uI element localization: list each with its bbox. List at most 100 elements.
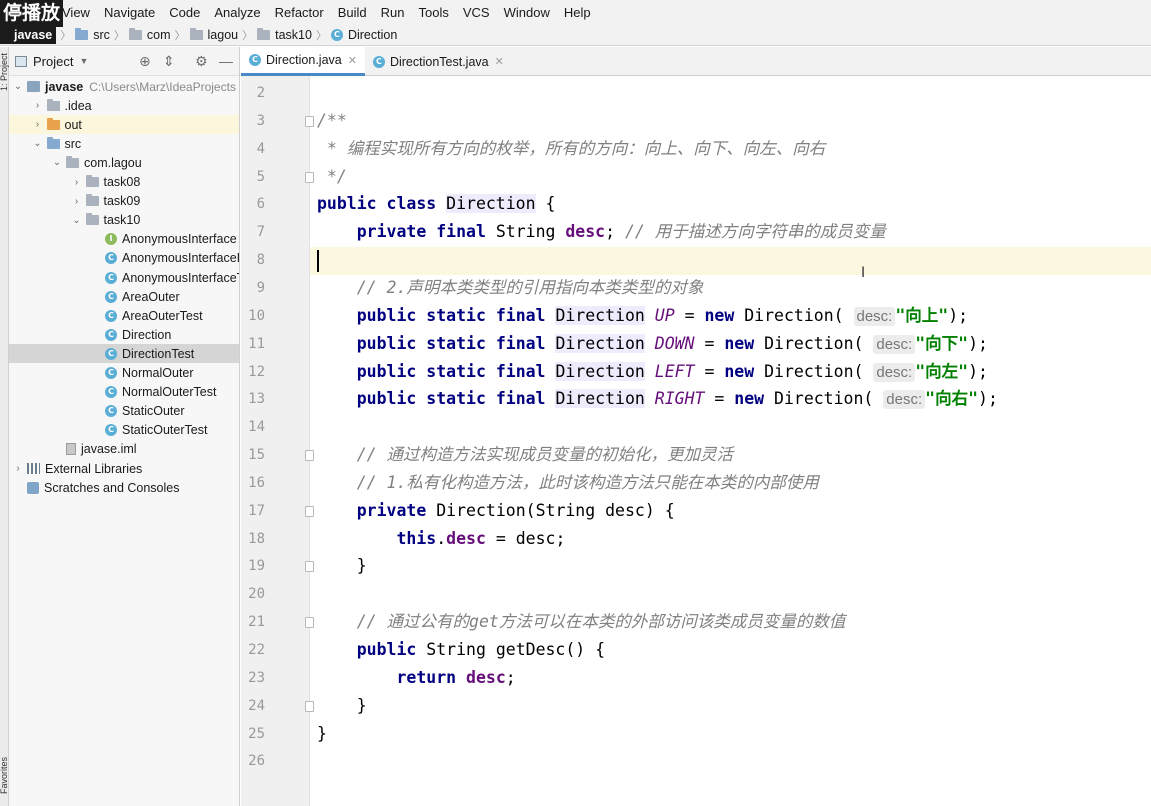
project-view-selector[interactable]: Project [33,54,73,69]
menu-window[interactable]: Window [497,0,557,25]
code-text: { [535,194,556,214]
expanded-arrow-icon[interactable]: ⌄ [33,138,43,149]
type-reference: Direction [555,389,645,409]
tree-item-normalouter[interactable]: C NormalOuter [9,364,239,383]
collapsed-arrow-icon[interactable]: › [33,119,43,130]
breadcrumb-item-javase[interactable]: javase [0,26,57,44]
menu-items: View Navigate Code Analyze Refactor Build Run T… [55,0,598,25]
module-file-icon [66,443,76,456]
tree-item-anonymousinterface[interactable]: I AnonymousInterface [9,230,239,249]
tree-item-direction[interactable]: C Direction [9,325,239,344]
fold-marker-icon[interactable] [305,115,314,127]
menu-tools[interactable]: Tools [412,0,456,25]
fold-marker-icon[interactable] [305,561,314,573]
favorites-tool-tab[interactable]: Favorites [0,757,9,794]
close-icon[interactable]: ✕ [495,55,504,68]
menu-build[interactable]: Build [331,0,374,25]
code-editor[interactable]: 2 3 4 5 6 7 8 9 10 11 12 13 14 15 16 17 18 19 20 21 22 23 24 25… [241,76,1151,806]
menu-navigate[interactable]: Navigate [97,0,162,25]
chevron-down-icon[interactable]: ▼ [79,56,88,66]
tree-item-external-libraries[interactable]: › External Libraries [9,459,239,478]
fold-marker-icon[interactable] [305,450,314,462]
breadcrumb-item-com[interactable]: 〉 com [110,27,171,43]
menu-help[interactable]: Help [557,0,598,25]
collapsed-arrow-icon[interactable]: › [72,196,82,207]
keyword: private final [356,222,496,242]
collapsed-arrow-icon[interactable]: › [13,463,23,474]
code-line: public String getDesc() { [317,636,605,664]
tree-item-areaouter[interactable]: C AreaOuter [9,287,239,306]
menu-refactor[interactable]: Refactor [268,0,331,25]
line-number: 19 [248,558,265,575]
tree-item-javase[interactable]: ⌄ javase C:\Users\Marz\IdeaProjects [9,77,239,96]
tree-item-task08[interactable]: › task08 [9,173,239,192]
tree-item-scratches-and-consoles[interactable]: Scratches and Consoles [9,478,239,497]
tree-item-staticoutertest[interactable]: C StaticOuterTest [9,421,239,440]
code-line: */ [317,163,347,191]
tree-item-src[interactable]: ⌄ src [9,134,239,153]
folder-icon [189,28,203,40]
hide-icon[interactable]: — [219,53,233,69]
expanded-arrow-icon[interactable]: ⌄ [13,81,23,92]
line-number: 25 [248,725,265,742]
code-line: // 1.私有化构造方法，此时该构造方法只能在本类的内部使用 [317,469,819,497]
tab-directiontest-java[interactable]: C DirectionTest.java ✕ [365,47,512,76]
folder-icon [128,28,142,40]
expanded-arrow-icon[interactable]: ⌄ [72,215,82,226]
breadcrumb-separator: 〉 [174,30,186,42]
line-number-gutter: 2 3 4 5 6 7 8 9 10 11 12 13 14 15 16 17 18 19 20 21 22 23 24 25… [241,76,314,806]
breadcrumb-item-task10[interactable]: 〉 task10 [238,27,312,43]
tree-item-anonymousinterfacet[interactable]: C AnonymousInterfaceT [9,268,239,287]
tree-item-normaloutertest[interactable]: C NormalOuterTest [9,383,239,402]
tree-item-staticouter[interactable]: C StaticOuter [9,402,239,421]
collapse-all-icon[interactable]: ⇕ [163,53,175,69]
tree-item-task10[interactable]: ⌄ task10 [9,211,239,230]
tree-item--idea[interactable]: › .idea [9,96,239,115]
tree-item-label: Scratches and Consoles [44,480,180,495]
tree-item-task09[interactable]: › task09 [9,192,239,211]
gear-icon[interactable]: ⚙ [195,53,208,69]
static-field: LEFT [654,361,695,381]
string-literal: "向左" [915,361,969,381]
code-text: Direction( [744,305,854,325]
breadcrumb-item-direction[interactable]: 〉 C Direction [312,27,397,43]
fold-marker-icon[interactable] [305,171,314,183]
tree-item-areaoutertest[interactable]: C AreaOuterTest [9,306,239,325]
breadcrumb-item-src[interactable]: 〉 src [56,27,110,43]
code-text: Direction( [774,389,884,409]
breadcrumb-item-lagou[interactable]: 〉 lagou [171,27,238,43]
locate-icon[interactable]: ⊕ [139,53,151,69]
code-line: // 通过公有的get方法可以在本类的外部访问该类成员变量的数值 [317,608,846,636]
project-tool-tab[interactable]: 1: Project [0,53,9,91]
menu-analyze[interactable]: Analyze [207,0,267,25]
string-literal: "向右" [925,389,979,409]
line-number: 4 [256,140,265,157]
collapsed-arrow-icon[interactable]: › [33,100,43,111]
menu-vcs[interactable]: VCS [456,0,497,25]
tree-item-javase-iml[interactable]: javase.iml [9,440,239,459]
breadcrumb-label: Direction [347,28,398,42]
collapsed-arrow-icon[interactable]: › [72,177,82,188]
keyword: this [396,528,437,548]
tree-item-directiontest[interactable]: C DirectionTest [9,344,239,364]
code-text: String getDesc() { [426,640,606,659]
tree-item-anonymousinterfacei[interactable]: C AnonymousInterfaceI [9,249,239,268]
tree-item-label: com.lagou [84,155,142,170]
line-number: 2 [256,85,265,101]
code-text: } [317,556,367,576]
fold-marker-icon[interactable] [305,700,314,712]
tree-item-com-lagou[interactable]: ⌄ com.lagou [9,153,239,172]
tree-item-out[interactable]: › out [9,115,239,135]
fold-marker-icon[interactable] [305,505,314,517]
fold-marker-icon[interactable] [305,617,314,629]
code-text: = desc; [485,528,566,548]
tab-direction-java[interactable]: C Direction.java ✕ [241,47,365,76]
menu-code[interactable]: Code [162,0,207,25]
menu-run[interactable]: Run [374,0,412,25]
expanded-arrow-icon[interactable]: ⌄ [52,157,62,168]
code-line: public static final Direction DOWN = new… [317,330,988,358]
close-icon[interactable]: ✕ [348,54,357,67]
keyword: public static final [356,389,556,409]
